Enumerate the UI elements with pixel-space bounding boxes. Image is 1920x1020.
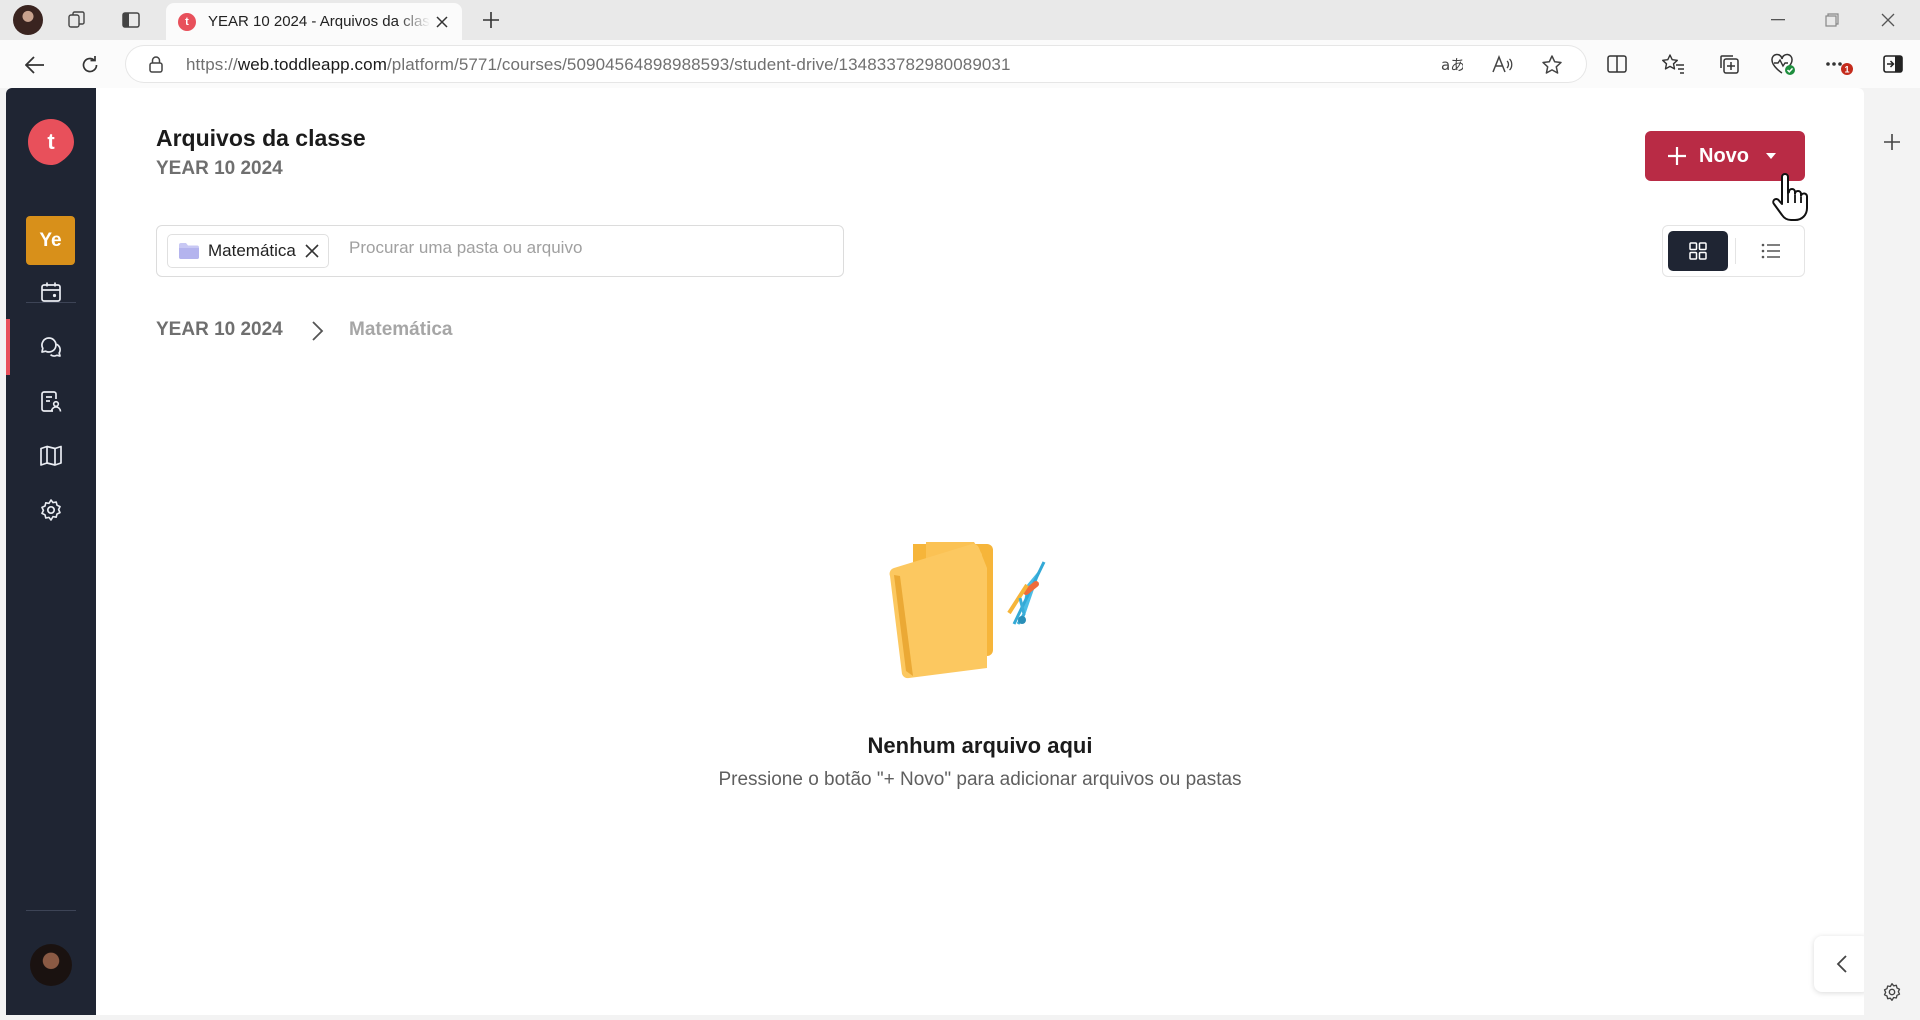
collections-icon[interactable]: [1712, 49, 1746, 79]
new-tab-icon[interactable]: [476, 5, 506, 35]
list-view-button[interactable]: [1743, 231, 1799, 271]
browser-essentials-icon[interactable]: [1766, 49, 1800, 79]
chevron-right-icon: [312, 321, 324, 341]
read-aloud-icon[interactable]: [1490, 53, 1514, 77]
restore-icon[interactable]: [1806, 0, 1858, 40]
add-sidebar-app-icon[interactable]: [1878, 128, 1906, 156]
lock-icon[interactable]: [148, 55, 164, 73]
new-button-label: Novo: [1699, 144, 1749, 167]
favorite-star-icon[interactable]: [1540, 53, 1564, 77]
chevron-left-icon: [1836, 955, 1847, 973]
grid-icon: [1689, 242, 1707, 260]
close-window-icon[interactable]: [1862, 0, 1914, 40]
notification-badge: 1: [1844, 65, 1849, 75]
translate-icon[interactable]: aあ: [1440, 53, 1464, 77]
main-content: Arquivos da classe YEAR 10 2024 Novo Mat…: [96, 88, 1864, 1015]
chat-icon: [39, 335, 63, 359]
browser-tab-active[interactable]: t YEAR 10 2024 - Arquivos da classe: [166, 3, 462, 40]
user-avatar[interactable]: [30, 944, 72, 986]
view-toggle: [1662, 225, 1805, 277]
settings-icon: [39, 498, 63, 522]
calendar-icon: [39, 280, 63, 304]
sidebar-item-portfolio[interactable]: [6, 374, 96, 430]
close-icon[interactable]: [304, 243, 320, 259]
favorites-icon[interactable]: [1656, 49, 1690, 79]
back-arrow-icon[interactable]: [18, 48, 52, 82]
browser-profile-avatar[interactable]: [13, 5, 43, 35]
sidebar-item-chat[interactable]: [6, 319, 96, 375]
web-page: t Ye Arquivos da classe YEAR 10 2024 Nov…: [6, 88, 1864, 1015]
search-input[interactable]: [349, 238, 829, 258]
url-host: web.toddleapp.com: [237, 55, 387, 74]
url-scheme: https://: [186, 55, 238, 74]
vertical-tabs-icon[interactable]: [116, 5, 146, 35]
page-subtitle: YEAR 10 2024: [156, 158, 283, 179]
browser-right-rail: [1864, 88, 1920, 1020]
split-screen-icon[interactable]: [1600, 49, 1634, 79]
grid-view-button[interactable]: [1668, 231, 1728, 271]
address-field[interactable]: https://web.toddleapp.com/platform/5771/…: [126, 46, 1586, 82]
breadcrumb-item-current: Matemática: [349, 319, 453, 340]
browser-address-bar: https://web.toddleapp.com/platform/5771/…: [0, 40, 1920, 88]
student-portfolio-icon: [39, 390, 63, 414]
sidebar-item-settings[interactable]: [6, 482, 96, 538]
sidebar-divider: [26, 910, 76, 911]
search-box[interactable]: Matemática: [156, 225, 844, 277]
url-path: /platform/5771/courses/50904564898988593…: [386, 55, 1011, 74]
hand-pointer-cursor-icon: [1772, 173, 1808, 221]
svg-text:aあ: aあ: [1441, 56, 1463, 74]
list-icon: [1761, 243, 1780, 259]
sidebar-item-library[interactable]: [6, 428, 96, 484]
tab-favicon: t: [178, 12, 196, 31]
workspaces-icon[interactable]: [62, 5, 92, 35]
folder-icon: [179, 243, 199, 259]
chip-label: Matemática: [208, 241, 296, 260]
customize-gear-icon[interactable]: [1878, 978, 1906, 1006]
more-menu-icon[interactable]: 1: [1822, 49, 1856, 79]
sidebar-item-calendar[interactable]: [6, 264, 96, 320]
app-sidebar: t Ye: [6, 88, 96, 1015]
browser-tab-bar: t YEAR 10 2024 - Arquivos da classe: [0, 0, 1920, 40]
breadcrumb-item-course[interactable]: YEAR 10 2024: [156, 319, 283, 341]
empty-state-title: Nenhum arquivo aqui: [867, 733, 1093, 758]
plus-icon: [1668, 147, 1686, 165]
logo-letter: t: [47, 129, 55, 154]
tab-close-icon[interactable]: [432, 12, 452, 32]
toggle-divider: [1735, 238, 1736, 264]
tab-title: YEAR 10 2024 - Arquivos da classe: [208, 13, 430, 30]
library-icon: [39, 444, 63, 468]
empty-folder-illustration: [889, 542, 1046, 679]
refresh-icon[interactable]: [73, 48, 107, 82]
sidebar-toggle-icon[interactable]: [1876, 49, 1910, 79]
url-text: https://web.toddleapp.com/platform/5771/…: [186, 55, 1011, 75]
toddle-logo[interactable]: t: [26, 117, 76, 167]
chevron-down-icon: [1766, 153, 1776, 159]
collapse-panel-button[interactable]: [1814, 936, 1864, 992]
empty-state-description: Pressione o botão "+ Novo" para adiciona…: [718, 769, 1242, 790]
folder-filter-chip[interactable]: Matemática: [167, 234, 329, 268]
course-badge[interactable]: Ye: [26, 216, 75, 265]
minimize-icon[interactable]: [1752, 0, 1804, 40]
page-title: Arquivos da classe: [156, 125, 366, 151]
